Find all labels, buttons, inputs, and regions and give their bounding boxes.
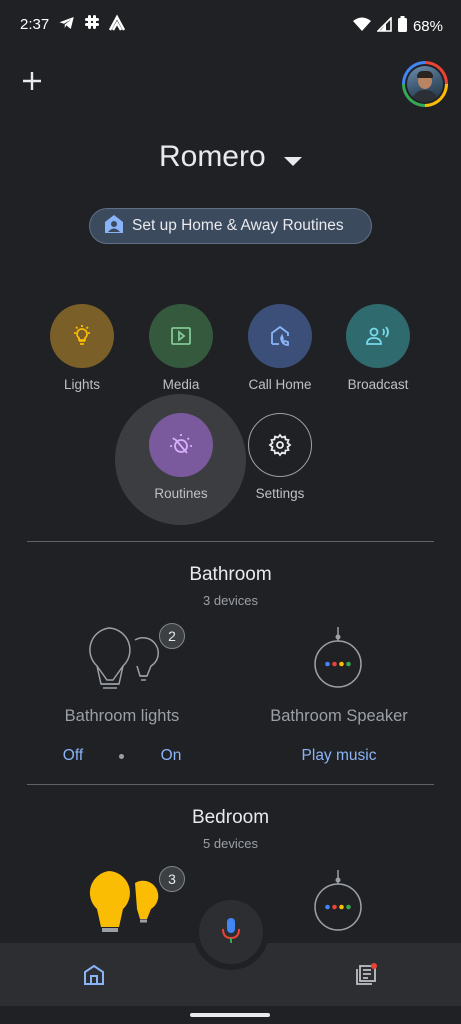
signal-icon — [376, 15, 392, 36]
lightbulb-group-icon[interactable] — [85, 624, 165, 699]
smart-speaker-icon[interactable] — [314, 870, 362, 937]
shortcut-broadcast[interactable]: Broadcast — [323, 304, 433, 392]
smart-speaker-icon[interactable] — [314, 627, 362, 694]
account-avatar[interactable] — [402, 61, 448, 107]
avatar-photo — [407, 66, 443, 102]
status-icons: 68% — [352, 15, 443, 36]
device-count-badge: 2 — [159, 623, 185, 649]
room-device-count: 3 devices — [203, 593, 258, 608]
device-count-badge: 3 — [159, 866, 185, 892]
lights-on-button[interactable]: On — [150, 747, 192, 765]
home-selector[interactable]: Romero — [0, 140, 461, 175]
assistant-mic-button[interactable] — [199, 900, 263, 964]
shortcut-media[interactable]: Media — [126, 304, 236, 392]
slack-icon — [84, 14, 100, 34]
status-bar: 2:37 68% — [0, 12, 461, 38]
shortcut-call-home[interactable]: Call Home — [225, 304, 335, 392]
play-music-button[interactable]: Play music — [289, 747, 389, 765]
shortcut-label: Lights — [63, 377, 101, 392]
battery-icon — [397, 16, 407, 36]
home-person-icon — [104, 214, 124, 239]
lights-off-button[interactable]: Off — [52, 747, 94, 765]
device-name[interactable]: Bathroom lights — [42, 707, 202, 726]
shortcut-label: Settings — [255, 486, 305, 501]
setup-pill-label: Set up Home & Away Routines — [132, 217, 344, 234]
call-home-icon — [248, 304, 312, 368]
shortcut-settings[interactable]: Settings — [225, 413, 335, 501]
room-title: Bathroom — [189, 564, 272, 585]
separator-dot — [119, 754, 124, 759]
gear-icon — [248, 413, 312, 477]
media-icon — [149, 304, 213, 368]
room-title: Bedroom — [191, 807, 270, 828]
mic-icon — [221, 916, 241, 949]
dropdown-arrow-icon — [284, 141, 303, 175]
lightbulb-group-on-icon[interactable] — [85, 867, 165, 942]
app-notification-icon — [108, 14, 126, 36]
routines-icon — [149, 413, 213, 477]
gesture-nav-handle[interactable] — [190, 1013, 270, 1017]
home-tab-icon[interactable] — [82, 963, 106, 992]
shortcut-label: Routines — [154, 486, 208, 501]
shortcut-label: Broadcast — [347, 377, 409, 392]
battery-percent: 68% — [412, 17, 443, 35]
feed-tab-icon[interactable] — [354, 963, 378, 992]
wifi-icon — [352, 17, 371, 36]
shortcut-lights[interactable]: Lights — [27, 304, 137, 392]
setup-home-away-button[interactable]: Set up Home & Away Routines — [89, 208, 372, 244]
lightbulb-icon — [50, 304, 114, 368]
shortcut-routines[interactable]: Routines — [126, 413, 236, 501]
shortcut-label: Media — [162, 377, 200, 392]
add-icon[interactable] — [20, 69, 44, 98]
broadcast-icon — [346, 304, 410, 368]
shortcut-label: Call Home — [248, 377, 312, 392]
status-time: 2:37 — [20, 16, 50, 33]
telegram-icon — [58, 14, 76, 36]
room-device-count: 5 devices — [203, 836, 258, 851]
section-divider — [27, 784, 434, 785]
section-divider — [27, 541, 434, 542]
home-name: Romero — [158, 140, 266, 173]
device-name[interactable]: Bathroom Speaker — [254, 707, 424, 726]
